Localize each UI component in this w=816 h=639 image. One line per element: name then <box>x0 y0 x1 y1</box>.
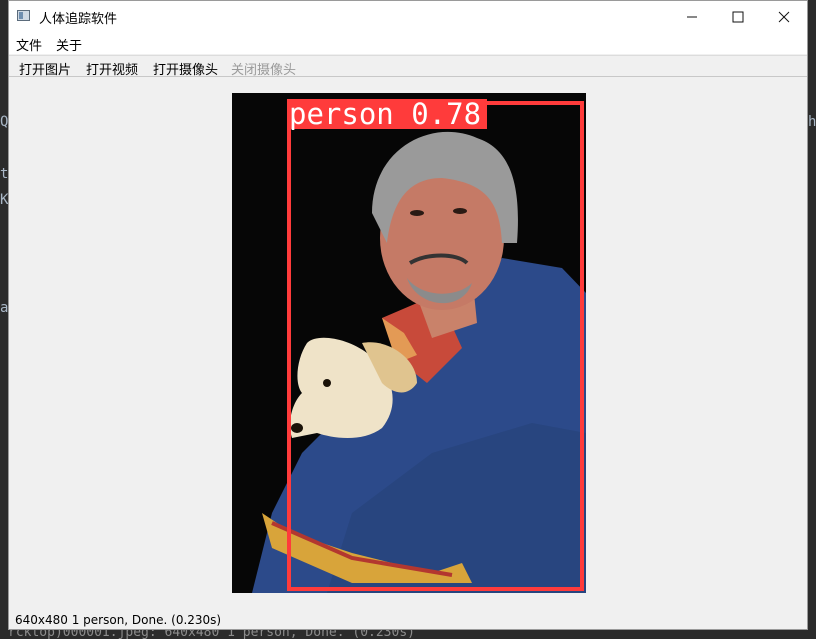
menu-about[interactable]: 关于 <box>56 35 82 54</box>
maximize-icon <box>732 11 744 22</box>
close-button[interactable] <box>761 1 807 32</box>
app-icon <box>17 10 30 21</box>
minimize-icon <box>687 16 697 17</box>
title-bar[interactable]: 人体追踪软件 <box>9 1 807 32</box>
menu-bar: 文件 关于 <box>9 32 807 54</box>
close-icon <box>778 11 790 22</box>
open-video-button[interactable]: 打开视频 <box>86 59 138 78</box>
open-image-button[interactable]: 打开图片 <box>19 59 71 78</box>
menu-file[interactable]: 文件 <box>16 35 42 54</box>
status-bar-text: 640x480 1 person, Done. (0.230s) <box>15 613 222 627</box>
detection-label: person 0.78 <box>287 99 488 129</box>
app-window: 人体追踪软件 文件 关于 打开图片 打开视频 打开摄像头 关闭摄像头 perso… <box>8 0 808 630</box>
toolbar: 打开图片 打开视频 打开摄像头 关闭摄像头 <box>9 55 807 78</box>
close-camera-button[interactable]: 关闭摄像头 <box>231 59 296 78</box>
background-ide <box>0 0 8 639</box>
minimize-button[interactable] <box>669 1 715 32</box>
background-code-fragment: h <box>808 114 816 130</box>
maximize-button[interactable] <box>715 1 761 32</box>
image-viewer: person 0.78 <box>232 93 586 593</box>
detection-box <box>287 101 584 591</box>
window-title: 人体追踪软件 <box>39 12 118 27</box>
open-camera-button[interactable]: 打开摄像头 <box>153 59 218 78</box>
